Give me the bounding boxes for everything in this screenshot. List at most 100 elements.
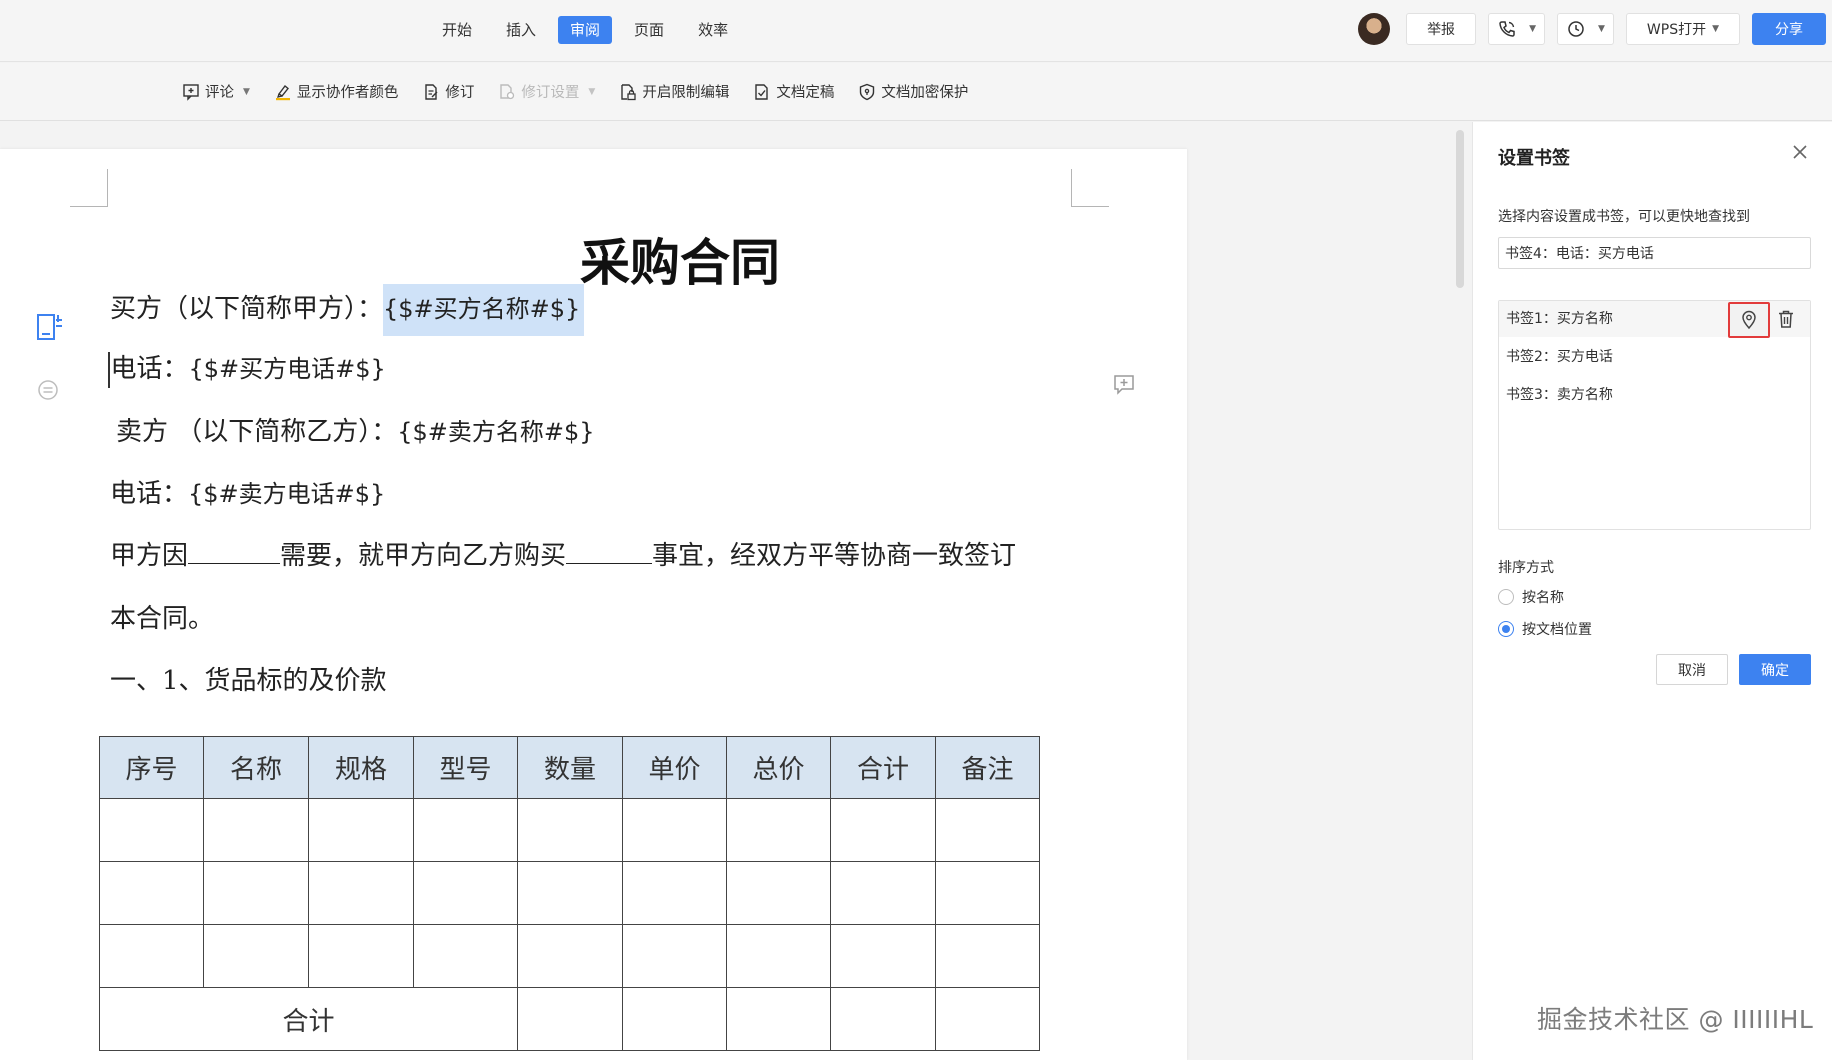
bookmark-item-label: 书签1：买方名称 bbox=[1506, 311, 1613, 327]
table-cell[interactable] bbox=[622, 924, 727, 988]
open-in-wps-button[interactable]: WPS打开 ▼ bbox=[1625, 13, 1740, 45]
open-in-wps-label: WPS打开 bbox=[1646, 22, 1707, 38]
tab-insert[interactable]: 插入 bbox=[494, 16, 548, 44]
seller-name-field[interactable]: {$#卖方名称#$} bbox=[397, 418, 594, 446]
table-cell[interactable] bbox=[830, 987, 936, 1051]
table-cell[interactable] bbox=[203, 861, 309, 925]
table-cell[interactable] bbox=[726, 924, 831, 988]
table-cell[interactable] bbox=[622, 861, 727, 925]
radio-button-checked[interactable] bbox=[1498, 621, 1514, 637]
table-cell[interactable] bbox=[99, 861, 204, 925]
buyer-phone-field[interactable]: {$#买方电话#$} bbox=[189, 355, 386, 383]
sort-by-position-label: 按文档位置 bbox=[1522, 622, 1592, 638]
table-cell[interactable] bbox=[203, 924, 309, 988]
comment-label: 评论 bbox=[205, 85, 234, 101]
cancel-button[interactable]: 取消 bbox=[1656, 654, 1728, 685]
table-cell[interactable] bbox=[413, 861, 518, 925]
report-button[interactable]: 举报 bbox=[1406, 13, 1477, 45]
sort-by-position-option[interactable]: 按文档位置 bbox=[1498, 619, 1592, 639]
encrypt-document-button[interactable]: 文档加密保护 bbox=[858, 81, 968, 102]
tab-page[interactable]: 页面 bbox=[622, 16, 676, 44]
table-cell[interactable] bbox=[517, 861, 623, 925]
table-cell[interactable] bbox=[99, 798, 204, 862]
tab-review[interactable]: 审阅 bbox=[558, 16, 613, 44]
bookmark-item[interactable]: 书签3：卖方名称 bbox=[1499, 377, 1810, 413]
blank-line bbox=[566, 538, 653, 564]
revise-button[interactable]: 修订 bbox=[422, 81, 474, 102]
table-cell[interactable] bbox=[830, 861, 936, 925]
table-row bbox=[99, 861, 1040, 925]
table-cell[interactable] bbox=[622, 987, 727, 1051]
table-cell[interactable] bbox=[203, 798, 309, 862]
table-header: 名称 bbox=[203, 736, 309, 799]
comment-button[interactable]: 评论 ▼ bbox=[182, 81, 250, 102]
document-page[interactable]: 采购合同 买方（以下简称甲方）：{$#买方名称#$} 电话：{$#买方电话#$}… bbox=[0, 149, 1187, 1060]
table-cell[interactable] bbox=[517, 987, 623, 1051]
chevron-down-icon: ▼ bbox=[1712, 24, 1719, 34]
buyer-phone-label: 电话： bbox=[110, 354, 189, 384]
close-icon[interactable] bbox=[1790, 142, 1810, 162]
table-cell[interactable] bbox=[308, 861, 414, 925]
location-pin-icon bbox=[1742, 310, 1756, 330]
text-cursor bbox=[108, 352, 110, 388]
table-cell[interactable] bbox=[935, 987, 1040, 1051]
table-cell[interactable] bbox=[830, 924, 936, 988]
bookmark-item[interactable]: 书签1：买方名称 bbox=[1499, 301, 1810, 338]
bookmark-item-label: 书签2：买方电话 bbox=[1506, 349, 1613, 365]
sort-by-name-label: 按名称 bbox=[1522, 590, 1564, 606]
chevron-down-icon: ▼ bbox=[1529, 24, 1536, 34]
collab-color-label: 显示协作者颜色 bbox=[296, 85, 399, 101]
para-text-a: 甲方因 bbox=[110, 541, 189, 571]
table-cell[interactable] bbox=[726, 798, 831, 862]
buyer-name-field[interactable]: {$#买方名称#$} bbox=[383, 284, 585, 336]
table-cell[interactable] bbox=[935, 798, 1040, 862]
delete-bookmark-button[interactable] bbox=[1775, 307, 1797, 331]
document-scrollbar-thumb[interactable] bbox=[1456, 130, 1464, 288]
seller-phone-label: 电话： bbox=[110, 479, 189, 509]
panel-title: 设置书签 bbox=[1498, 148, 1570, 169]
table-cell[interactable] bbox=[726, 861, 831, 925]
table-cell[interactable] bbox=[935, 924, 1040, 988]
add-comment-icon[interactable] bbox=[1113, 374, 1135, 396]
document-edit-margin-icon[interactable] bbox=[36, 312, 64, 344]
bookmark-item[interactable]: 书签2：买方电话 bbox=[1499, 339, 1810, 375]
share-button[interactable]: 分享 bbox=[1752, 13, 1826, 45]
table-cell[interactable] bbox=[517, 924, 623, 988]
table-total-label: 合计 bbox=[99, 987, 518, 1051]
seller-phone-field[interactable]: {$#卖方电话#$} bbox=[188, 480, 385, 508]
restrict-editing-button[interactable]: 开启限制编辑 bbox=[619, 81, 729, 102]
top-bar: 开始 插入 审阅 页面 效率 举报 ▼ ▼ WPS打开 ▼ 分享 bbox=[0, 0, 1832, 62]
call-button[interactable]: ▼ bbox=[1488, 13, 1545, 45]
avatar[interactable] bbox=[1358, 13, 1391, 45]
locate-bookmark-button[interactable] bbox=[1728, 302, 1770, 338]
confirm-button[interactable]: 确定 bbox=[1739, 654, 1811, 685]
sort-by-name-option[interactable]: 按名称 bbox=[1498, 587, 1564, 607]
show-collaborator-color-button[interactable]: 显示协作者颜色 bbox=[274, 81, 399, 102]
revise-settings-label: 修订设置 bbox=[521, 85, 580, 101]
table-cell[interactable] bbox=[517, 798, 623, 862]
table-cell[interactable] bbox=[622, 798, 727, 862]
clock-icon bbox=[1568, 21, 1584, 37]
table-cell[interactable] bbox=[935, 861, 1040, 925]
paragraph-menu-icon[interactable] bbox=[37, 379, 59, 401]
radio-button[interactable] bbox=[1498, 589, 1514, 605]
para-text-c: 事宜，经双方平等协商一致签订 bbox=[652, 541, 1017, 571]
table-cell[interactable] bbox=[99, 924, 204, 988]
table-cell[interactable] bbox=[308, 924, 414, 988]
table-cell[interactable] bbox=[308, 798, 414, 862]
table-header: 合计 bbox=[830, 736, 936, 799]
tab-efficiency[interactable]: 效率 bbox=[686, 16, 740, 44]
table-cell[interactable] bbox=[413, 798, 518, 862]
purpose-paragraph-end: 本合同。 bbox=[110, 604, 215, 634]
bookmark-name-input[interactable] bbox=[1498, 237, 1811, 269]
history-button[interactable]: ▼ bbox=[1556, 13, 1614, 45]
table-cell[interactable] bbox=[726, 987, 831, 1051]
table-cell[interactable] bbox=[830, 798, 936, 862]
add-comment-icon bbox=[183, 83, 199, 101]
revise-settings-button[interactable]: 修订设置 ▼ bbox=[498, 81, 595, 102]
finalize-document-button[interactable]: 文档定稿 bbox=[753, 81, 834, 102]
tab-start[interactable]: 开始 bbox=[430, 16, 484, 44]
table-cell[interactable] bbox=[413, 924, 518, 988]
chevron-down-icon: ▼ bbox=[588, 86, 596, 97]
shield-icon bbox=[860, 83, 875, 100]
